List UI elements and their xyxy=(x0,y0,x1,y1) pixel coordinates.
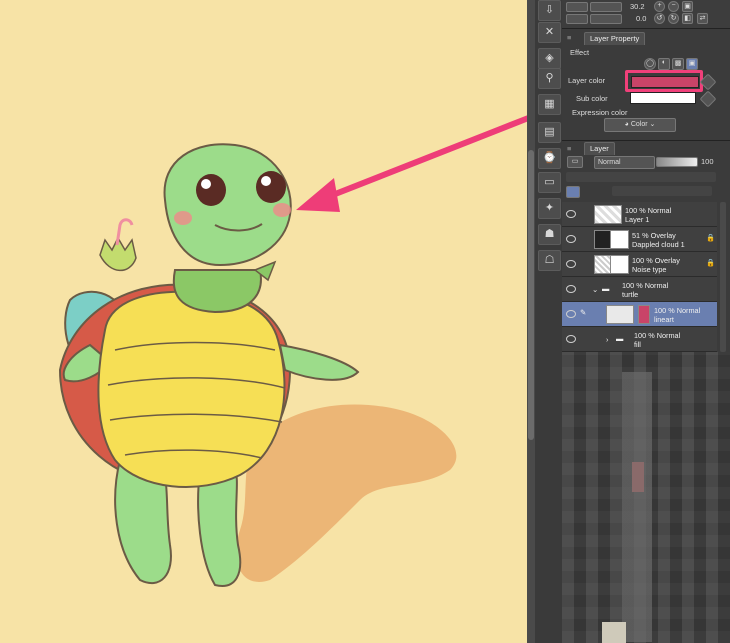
new-layer-buttons[interactable] xyxy=(612,186,712,196)
zoom-out-icon[interactable]: − xyxy=(668,1,679,12)
layer-thumbnail xyxy=(606,305,634,324)
layer-row-layer1[interactable]: 100 % Normal Layer 1 xyxy=(562,202,717,227)
right-panel: 30.2 + − ▣ 0.0 ↺ ↻ ◧ ⇄ Layer Property ≡ … xyxy=(562,0,730,643)
turtle-illustration xyxy=(58,115,527,587)
folder-icon: ▬ xyxy=(602,284,610,293)
pixel-column xyxy=(622,372,652,642)
side-toolbar: ⇩ ✕ ◈ ⚲ ▦ ▤ ⌚ ▭ ✦ ☗ ☖ xyxy=(535,0,563,643)
layer-color-icon xyxy=(638,305,650,324)
slider-track-1[interactable] xyxy=(566,2,588,12)
pen-icon: ✎ xyxy=(580,308,587,317)
visibility-eye-icon[interactable] xyxy=(566,210,576,218)
pose-icon[interactable]: ☗ xyxy=(538,224,561,245)
reset-icon[interactable]: ◧ xyxy=(682,13,693,24)
layer-property-tab[interactable]: Layer Property xyxy=(584,32,646,45)
sub-color-picker-icon[interactable] xyxy=(699,90,717,108)
layer-tool-strip xyxy=(566,172,716,182)
visibility-eye-icon[interactable] xyxy=(566,285,576,293)
layer-mask-thumbnail xyxy=(610,230,629,249)
layer-mask-toggle-icon[interactable] xyxy=(566,186,580,198)
layer-row-dappled-cloud[interactable]: 51 % Overlay Dappled cloud 1 🔒 xyxy=(562,227,717,252)
visibility-eye-icon[interactable] xyxy=(566,335,576,343)
layer-color-label: Layer color xyxy=(568,76,606,85)
navigator-icon[interactable]: ▦ xyxy=(538,94,561,115)
slider-track-2[interactable] xyxy=(590,2,622,12)
scrollbar-thumb[interactable] xyxy=(528,150,534,440)
chevron-down-icon: ⌄ xyxy=(649,121,656,128)
layer-color-swatch[interactable] xyxy=(631,76,699,88)
layer-folder-turtle[interactable]: ⌄ ▬ 100 % Normal turtle xyxy=(562,277,717,302)
lock-icon[interactable]: 🔒 xyxy=(706,233,715,242)
sub-view-icon[interactable]: ▤ xyxy=(538,122,561,143)
rotate-left-icon[interactable]: ↺ xyxy=(654,13,665,24)
effect-label: Effect xyxy=(570,48,590,57)
material-icon[interactable]: ◈ xyxy=(538,48,561,69)
layer-color-highlight xyxy=(625,70,703,92)
pixel-block-light xyxy=(602,622,626,643)
layer-folder-fill[interactable]: › ▬ 100 % Normal fill xyxy=(562,327,717,352)
canvas-vertical-scrollbar[interactable] xyxy=(527,0,535,643)
effect-layer-color-icon[interactable]: ▣ xyxy=(686,58,698,70)
expression-color-label: Expression color xyxy=(572,108,628,117)
blurred-thumbnail-area xyxy=(562,352,730,643)
layer-list-scrollbar[interactable] xyxy=(720,202,726,352)
blend-mode-select[interactable]: Normal xyxy=(594,156,655,169)
drawing-canvas[interactable] xyxy=(0,0,527,643)
layer-row-noise[interactable]: 100 % Overlay Noise type 🔒 xyxy=(562,252,717,277)
fit-icon[interactable]: ▣ xyxy=(682,1,693,12)
slider-track-3[interactable] xyxy=(566,14,588,24)
opacity-value: 100 xyxy=(701,157,714,166)
zoom-in-icon[interactable]: + xyxy=(654,1,665,12)
visibility-eye-icon[interactable] xyxy=(566,260,576,268)
effect-texture-icon[interactable]: ▩ xyxy=(672,58,684,70)
effect-tone-icon[interactable]: ◐ xyxy=(658,58,670,70)
close-panel-icon[interactable]: ✕ xyxy=(538,22,561,43)
slider-track-4[interactable] xyxy=(590,14,622,24)
rotate-right-icon[interactable]: ↻ xyxy=(668,13,679,24)
opacity-slider[interactable] xyxy=(656,157,698,167)
expression-color-select[interactable]: ◕ Color ⌄ xyxy=(604,118,676,132)
layer-property-panel: Layer Property ≡ Effect ◯ ◐ ▩ ▣ Layer co… xyxy=(562,30,730,140)
folder-icon: ▬ xyxy=(616,334,624,343)
search-icon[interactable]: ⚲ xyxy=(538,68,561,89)
pixel-block-red xyxy=(632,462,644,492)
layer-mask-thumbnail xyxy=(610,255,629,274)
visibility-eye-icon[interactable] xyxy=(566,235,576,243)
layer-thumbnail xyxy=(594,205,622,224)
panel-menu-icon[interactable]: ≡ xyxy=(567,33,571,42)
layer-row-lineart[interactable]: ✎ 100 % Normal lineart xyxy=(562,302,717,327)
layer-panel-menu-icon[interactable]: ≡ xyxy=(567,144,571,153)
flip-icon[interactable]: ⇄ xyxy=(697,13,708,24)
effect-border-icon[interactable]: ◯ xyxy=(644,58,656,70)
value-1: 30.2 xyxy=(630,2,645,11)
layer-tab[interactable]: Layer xyxy=(584,142,615,155)
figure-icon[interactable]: ✦ xyxy=(538,198,561,219)
folder-icon[interactable]: ▭ xyxy=(538,172,561,193)
sub-color-swatch[interactable] xyxy=(630,92,696,104)
visibility-eye-icon[interactable] xyxy=(566,310,576,318)
model-icon[interactable]: ☖ xyxy=(538,250,561,271)
chevron-down-icon[interactable]: ⌄ xyxy=(592,285,598,294)
history-icon[interactable]: ⌚ xyxy=(538,148,561,169)
layer-panel: ≡ Layer ▭ Normal 100 100 % Normal Layer … xyxy=(562,142,730,352)
sub-color-label: Sub color xyxy=(576,94,608,103)
lock-icon[interactable]: 🔒 xyxy=(706,258,715,267)
transform-controls: 30.2 + − ▣ 0.0 ↺ ↻ ◧ ⇄ xyxy=(562,0,730,28)
chevron-right-icon[interactable]: › xyxy=(606,335,608,344)
value-2: 0.0 xyxy=(636,14,647,23)
layer-type-icon[interactable]: ▭ xyxy=(567,156,583,168)
import-icon[interactable]: ⇩ xyxy=(538,0,561,21)
